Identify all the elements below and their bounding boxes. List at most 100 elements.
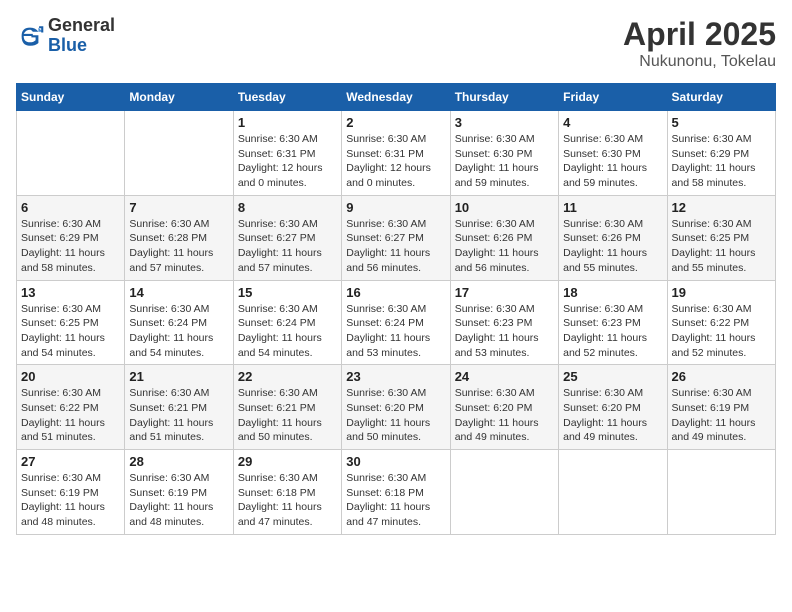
day-number: 3 (455, 115, 554, 130)
day-number: 20 (21, 369, 120, 384)
day-number: 25 (563, 369, 662, 384)
day-number: 30 (346, 454, 445, 469)
day-number: 24 (455, 369, 554, 384)
day-number: 27 (21, 454, 120, 469)
calendar-week-4: 20 Sunrise: 6:30 AM Sunset: 6:22 PM Dayli… (17, 365, 776, 450)
weekday-header-row: SundayMondayTuesdayWednesdayThursdayFrid… (17, 84, 776, 111)
day-info: Sunrise: 6:30 AM Sunset: 6:21 PM Dayligh… (238, 386, 337, 445)
weekday-header-thursday: Thursday (450, 84, 558, 111)
day-number: 11 (563, 200, 662, 215)
day-info: Sunrise: 6:30 AM Sunset: 6:27 PM Dayligh… (238, 217, 337, 276)
day-number: 28 (129, 454, 228, 469)
day-number: 2 (346, 115, 445, 130)
calendar-cell: 12 Sunrise: 6:30 AM Sunset: 6:25 PM Dayli… (667, 195, 775, 280)
day-info: Sunrise: 6:30 AM Sunset: 6:20 PM Dayligh… (455, 386, 554, 445)
day-number: 29 (238, 454, 337, 469)
location-title: Nukunonu, Tokelau (623, 53, 776, 71)
day-number: 17 (455, 285, 554, 300)
calendar-cell: 6 Sunrise: 6:30 AM Sunset: 6:29 PM Daylig… (17, 195, 125, 280)
day-number: 18 (563, 285, 662, 300)
day-number: 7 (129, 200, 228, 215)
day-info: Sunrise: 6:30 AM Sunset: 6:31 PM Dayligh… (346, 132, 445, 191)
day-info: Sunrise: 6:30 AM Sunset: 6:18 PM Dayligh… (238, 471, 337, 530)
day-info: Sunrise: 6:30 AM Sunset: 6:29 PM Dayligh… (21, 217, 120, 276)
calendar-week-2: 6 Sunrise: 6:30 AM Sunset: 6:29 PM Daylig… (17, 195, 776, 280)
day-number: 26 (672, 369, 771, 384)
day-info: Sunrise: 6:30 AM Sunset: 6:20 PM Dayligh… (346, 386, 445, 445)
calendar-cell: 22 Sunrise: 6:30 AM Sunset: 6:21 PM Dayli… (233, 365, 341, 450)
day-info: Sunrise: 6:30 AM Sunset: 6:20 PM Dayligh… (563, 386, 662, 445)
calendar-cell: 3 Sunrise: 6:30 AM Sunset: 6:30 PM Daylig… (450, 111, 558, 196)
calendar-body: 1 Sunrise: 6:30 AM Sunset: 6:31 PM Daylig… (17, 111, 776, 535)
day-number: 22 (238, 369, 337, 384)
calendar-cell: 5Sunrise: 6:30 AM Sunset: 6:29 PM Daylig… (667, 111, 775, 196)
weekday-header-wednesday: Wednesday (342, 84, 450, 111)
day-number: 9 (346, 200, 445, 215)
calendar-week-1: 1 Sunrise: 6:30 AM Sunset: 6:31 PM Daylig… (17, 111, 776, 196)
day-info: Sunrise: 6:30 AM Sunset: 6:25 PM Dayligh… (21, 302, 120, 361)
calendar-header: SundayMondayTuesdayWednesdayThursdayFrid… (17, 84, 776, 111)
calendar-cell: 23 Sunrise: 6:30 AM Sunset: 6:20 PM Dayli… (342, 365, 450, 450)
day-number: 21 (129, 369, 228, 384)
calendar-cell: 21 Sunrise: 6:30 AM Sunset: 6:21 PM Dayli… (125, 365, 233, 450)
day-info: Sunrise: 6:30 AM Sunset: 6:19 PM Dayligh… (21, 471, 120, 530)
day-info: Sunrise: 6:30 AM Sunset: 6:26 PM Dayligh… (455, 217, 554, 276)
day-number: 23 (346, 369, 445, 384)
day-number: 8 (238, 200, 337, 215)
day-number: 5 (672, 115, 771, 130)
day-number: 16 (346, 285, 445, 300)
calendar-cell: 24 Sunrise: 6:30 AM Sunset: 6:20 PM Dayli… (450, 365, 558, 450)
calendar-cell (667, 450, 775, 535)
calendar-table: SundayMondayTuesdayWednesdayThursdayFrid… (16, 83, 776, 535)
calendar-cell: 27 Sunrise: 6:30 AM Sunset: 6:19 PM Dayli… (17, 450, 125, 535)
calendar-cell: 20 Sunrise: 6:30 AM Sunset: 6:22 PM Dayli… (17, 365, 125, 450)
day-info: Sunrise: 6:30 AM Sunset: 6:18 PM Dayligh… (346, 471, 445, 530)
calendar-cell (450, 450, 558, 535)
day-info: Sunrise: 6:30 AM Sunset: 6:21 PM Dayligh… (129, 386, 228, 445)
title-block: April 2025 Nukunonu, Tokelau (623, 16, 776, 71)
day-number: 13 (21, 285, 120, 300)
month-title: April 2025 (623, 16, 776, 53)
day-info: Sunrise: 6:30 AM Sunset: 6:24 PM Dayligh… (129, 302, 228, 361)
calendar-cell: 8 Sunrise: 6:30 AM Sunset: 6:27 PM Daylig… (233, 195, 341, 280)
calendar-cell: 2 Sunrise: 6:30 AM Sunset: 6:31 PM Daylig… (342, 111, 450, 196)
day-number: 12 (672, 200, 771, 215)
calendar-cell: 14Sunrise: 6:30 AM Sunset: 6:24 PM Dayli… (125, 280, 233, 365)
day-info: Sunrise: 6:30 AM Sunset: 6:30 PM Dayligh… (563, 132, 662, 191)
calendar-cell: 16Sunrise: 6:30 AM Sunset: 6:24 PM Dayli… (342, 280, 450, 365)
day-info: Sunrise: 6:30 AM Sunset: 6:28 PM Dayligh… (129, 217, 228, 276)
day-info: Sunrise: 6:30 AM Sunset: 6:22 PM Dayligh… (21, 386, 120, 445)
calendar-cell: 4 Sunrise: 6:30 AM Sunset: 6:30 PM Daylig… (559, 111, 667, 196)
calendar-cell: 28 Sunrise: 6:30 AM Sunset: 6:19 PM Dayli… (125, 450, 233, 535)
day-number: 4 (563, 115, 662, 130)
calendar-cell: 9Sunrise: 6:30 AM Sunset: 6:27 PM Daylig… (342, 195, 450, 280)
day-info: Sunrise: 6:30 AM Sunset: 6:24 PM Dayligh… (238, 302, 337, 361)
day-info: Sunrise: 6:30 AM Sunset: 6:25 PM Dayligh… (672, 217, 771, 276)
calendar-cell (559, 450, 667, 535)
weekday-header-friday: Friday (559, 84, 667, 111)
calendar-week-3: 13 Sunrise: 6:30 AM Sunset: 6:25 PM Dayli… (17, 280, 776, 365)
page-header: General Blue April 2025 Nukunonu, Tokela… (16, 16, 776, 71)
calendar-cell: 25 Sunrise: 6:30 AM Sunset: 6:20 PM Dayli… (559, 365, 667, 450)
weekday-header-tuesday: Tuesday (233, 84, 341, 111)
day-info: Sunrise: 6:30 AM Sunset: 6:22 PM Dayligh… (672, 302, 771, 361)
day-number: 6 (21, 200, 120, 215)
day-info: Sunrise: 6:30 AM Sunset: 6:30 PM Dayligh… (455, 132, 554, 191)
calendar-cell (125, 111, 233, 196)
day-info: Sunrise: 6:30 AM Sunset: 6:23 PM Dayligh… (455, 302, 554, 361)
day-number: 1 (238, 115, 337, 130)
weekday-header-sunday: Sunday (17, 84, 125, 111)
calendar-cell: 11 Sunrise: 6:30 AM Sunset: 6:26 PM Dayli… (559, 195, 667, 280)
day-info: Sunrise: 6:30 AM Sunset: 6:19 PM Dayligh… (129, 471, 228, 530)
calendar-cell: 17 Sunrise: 6:30 AM Sunset: 6:23 PM Dayli… (450, 280, 558, 365)
day-number: 15 (238, 285, 337, 300)
calendar-week-5: 27 Sunrise: 6:30 AM Sunset: 6:19 PM Dayli… (17, 450, 776, 535)
logo-general-text: General (48, 16, 115, 36)
logo: General Blue (16, 16, 115, 56)
calendar-cell: 1Sunrise: 6:30 AM Sunset: 6:31 PM Daylig… (233, 111, 341, 196)
calendar-cell: 26Sunrise: 6:30 AM Sunset: 6:19 PM Dayli… (667, 365, 775, 450)
calendar-cell (17, 111, 125, 196)
day-number: 19 (672, 285, 771, 300)
day-info: Sunrise: 6:30 AM Sunset: 6:26 PM Dayligh… (563, 217, 662, 276)
day-number: 10 (455, 200, 554, 215)
